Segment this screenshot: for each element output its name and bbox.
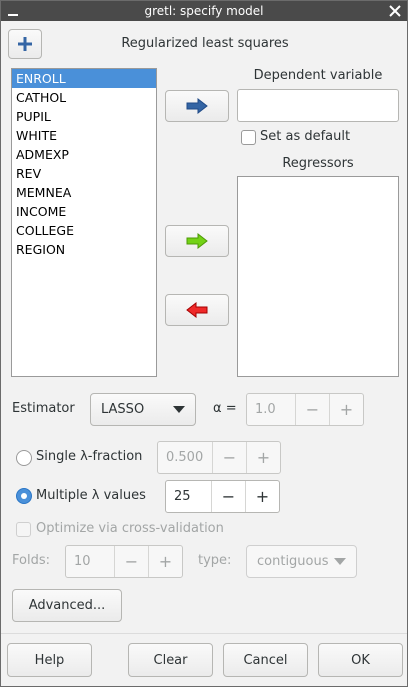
- set-default-label: Set as default: [260, 129, 351, 144]
- variable-list-item[interactable]: MEMNEA: [12, 183, 156, 202]
- minimize-icon[interactable]: [5, 3, 21, 19]
- add-dependent-button[interactable]: [165, 90, 229, 122]
- variable-list-item[interactable]: REGION: [12, 240, 156, 259]
- folds-increment[interactable]: +: [148, 546, 182, 577]
- remove-regressor-button[interactable]: [165, 294, 229, 326]
- dependent-variable-label: Dependent variable: [253, 68, 383, 83]
- multiple-lambda-label: Multiple λ values: [36, 488, 146, 503]
- dependent-variable-field[interactable]: [237, 89, 399, 122]
- single-lambda-value: 0.500: [166, 450, 204, 465]
- folds-label: Folds:: [12, 553, 50, 568]
- close-icon[interactable]: [387, 3, 403, 19]
- single-lambda-decrement[interactable]: −: [212, 442, 246, 473]
- estimator-label: Estimator: [12, 401, 75, 416]
- title-bar: gretl: specify model: [1, 1, 407, 21]
- folds-value: 10: [74, 554, 91, 569]
- chevron-down-icon: [334, 557, 346, 565]
- variable-list-item[interactable]: INCOME: [12, 202, 156, 221]
- alpha-spinner[interactable]: 1.0 − +: [246, 393, 364, 426]
- arrow-right-icon: [186, 98, 208, 114]
- model-dialog: gretl: specify model Regularized least s…: [0, 0, 408, 687]
- cancel-button[interactable]: Cancel: [223, 643, 308, 677]
- cv-type-label: type:: [198, 553, 232, 568]
- variable-list[interactable]: ENROLL CATHOL PUPIL WHITE ADMEXP REV MEMNEA INC…: [11, 68, 157, 377]
- alpha-value: 1.0: [255, 402, 276, 417]
- regressors-label: Regressors: [282, 156, 354, 171]
- variable-list-item[interactable]: COLLEGE: [12, 221, 156, 240]
- multiple-lambda-value: 25: [174, 489, 191, 504]
- folds-spinner[interactable]: 10 − +: [65, 545, 183, 578]
- alpha-decrement[interactable]: −: [295, 394, 329, 425]
- estimator-value: LASSO: [101, 402, 145, 417]
- variable-list-item[interactable]: WHITE: [12, 126, 156, 145]
- variable-list-item[interactable]: PUPIL: [12, 107, 156, 126]
- chevron-down-icon: [173, 405, 185, 413]
- alpha-increment[interactable]: +: [329, 394, 363, 425]
- multiple-lambda-decrement[interactable]: −: [211, 481, 245, 512]
- estimator-select[interactable]: LASSO: [90, 393, 196, 426]
- folds-decrement[interactable]: −: [114, 546, 148, 577]
- advanced-button[interactable]: Advanced...: [12, 589, 122, 622]
- variable-list-item[interactable]: REV: [12, 164, 156, 183]
- single-lambda-label: Single λ-fraction: [36, 449, 143, 464]
- single-lambda-radio[interactable]: [16, 450, 32, 466]
- window-title: gretl: specify model: [144, 4, 264, 18]
- regressors-list[interactable]: [237, 176, 399, 377]
- add-regressor-button[interactable]: [165, 225, 229, 257]
- arrow-right-icon: [186, 233, 208, 249]
- dialog-title: Regularized least squares: [121, 36, 289, 51]
- alpha-label: α =: [213, 401, 237, 416]
- single-lambda-increment[interactable]: +: [246, 442, 280, 473]
- clear-button[interactable]: Clear: [128, 643, 213, 677]
- multiple-lambda-increment[interactable]: +: [245, 481, 279, 512]
- arrow-left-icon: [186, 302, 208, 318]
- cross-validation-label: Optimize via cross-validation: [36, 521, 224, 536]
- multiple-lambda-spinner[interactable]: 25 − +: [165, 480, 280, 513]
- ok-button[interactable]: OK: [318, 643, 403, 677]
- variable-list-item[interactable]: CATHOL: [12, 88, 156, 107]
- set-default-checkbox[interactable]: [241, 130, 256, 145]
- single-lambda-spinner[interactable]: 0.500 − +: [157, 441, 281, 474]
- separator: [1, 633, 407, 634]
- multiple-lambda-radio[interactable]: [16, 488, 32, 504]
- cv-type-select[interactable]: contiguous: [246, 545, 357, 578]
- variable-list-item[interactable]: ENROLL: [12, 69, 156, 88]
- variable-list-item[interactable]: ADMEXP: [12, 145, 156, 164]
- cv-type-value: contiguous: [257, 554, 329, 569]
- help-button[interactable]: Help: [7, 643, 92, 677]
- cross-validation-checkbox[interactable]: [16, 522, 31, 537]
